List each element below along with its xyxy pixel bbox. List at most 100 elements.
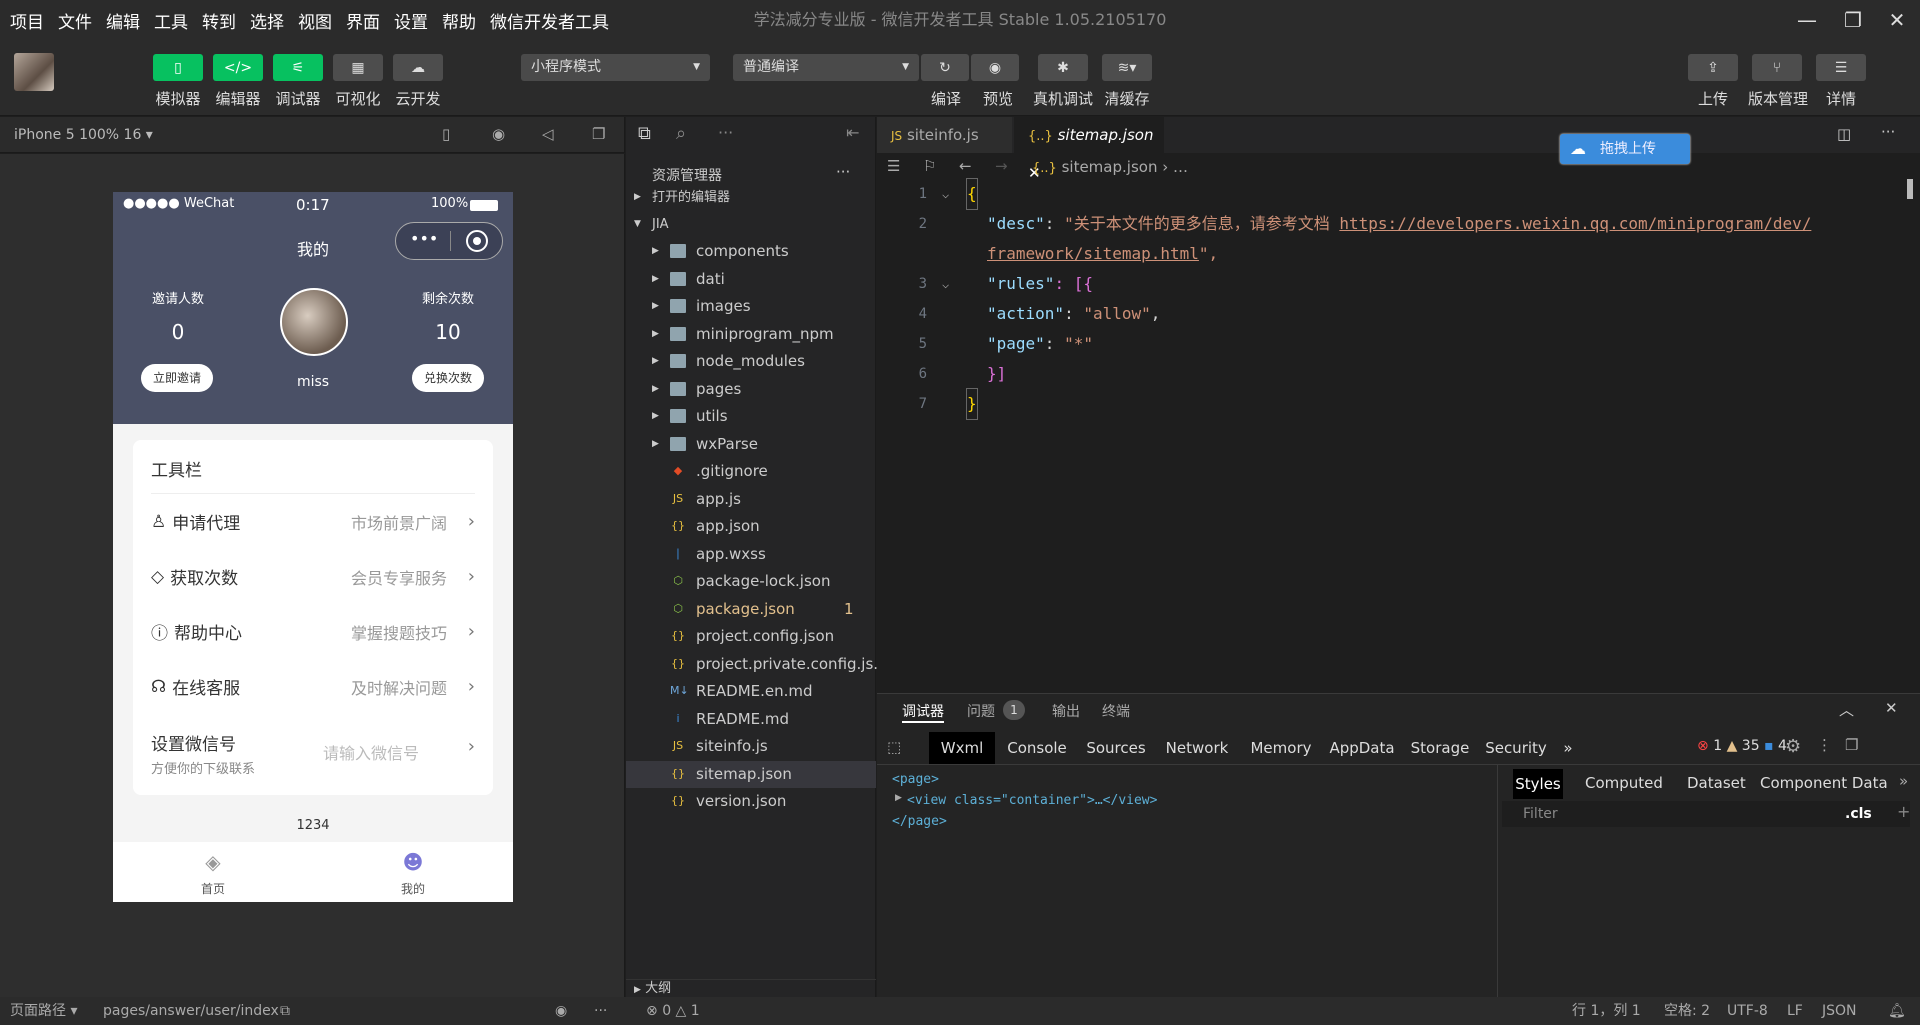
file-item[interactable]: i README.md: [626, 706, 876, 733]
more-icon[interactable]: ···: [594, 997, 607, 1025]
folder-item[interactable]: ▶ miniprogram_npm: [626, 321, 876, 348]
debugger-icon[interactable]: ⚟: [273, 54, 323, 81]
tab-component-data[interactable]: Component Data: [1760, 774, 1888, 792]
tab-memory[interactable]: Memory: [1241, 732, 1321, 764]
simulator-button[interactable]: 模拟器: [146, 88, 210, 109]
code-line[interactable]: framework/sitemap.html",: [877, 239, 1920, 269]
breadcrumb[interactable]: {..} sitemap.json › …: [1032, 158, 1188, 176]
exchange-button[interactable]: 兑换次数: [412, 364, 484, 392]
more-icon[interactable]: ···: [836, 163, 850, 181]
tab-wxml[interactable]: Wxml: [929, 732, 995, 764]
scrollbar[interactable]: [1907, 179, 1913, 199]
forward-icon[interactable]: →: [995, 157, 1008, 175]
invite-button[interactable]: 立即邀请: [141, 364, 213, 392]
file-item[interactable]: {} project.private.config.js...: [626, 651, 888, 678]
tab-mine[interactable]: 我的: [373, 880, 453, 897]
tab-appdata[interactable]: AppData: [1323, 732, 1401, 764]
code-line[interactable]: 4 "action": "allow",: [877, 299, 1920, 329]
phone-icon[interactable]: ▯: [442, 125, 450, 143]
tab-debugger[interactable]: 调试器: [902, 701, 944, 723]
bug-icon[interactable]: ✱: [1038, 54, 1088, 81]
list-item[interactable]: ♙ 申请代理 市场前景广阔 ›: [151, 494, 475, 549]
folder-item[interactable]: ▶ pages: [626, 376, 876, 403]
inspect-icon[interactable]: ⬚: [887, 738, 901, 756]
line-ending[interactable]: LF: [1787, 997, 1803, 1025]
menu-view[interactable]: 视图: [298, 8, 332, 33]
bookmark-icon[interactable]: ⚐: [923, 157, 936, 175]
menu-interface[interactable]: 界面: [346, 8, 380, 33]
layers-icon[interactable]: ≋▾: [1102, 54, 1152, 81]
close-icon[interactable]: ✕: [1885, 699, 1898, 717]
list-icon[interactable]: ☰: [887, 157, 900, 175]
menu-icon[interactable]: ☰: [1816, 54, 1866, 81]
collapse-icon[interactable]: ⇤: [846, 123, 859, 142]
file-item[interactable]: ◆ .gitignore: [626, 458, 876, 485]
fold-icon[interactable]: ⌵: [942, 179, 949, 209]
tab-home[interactable]: 首页: [173, 880, 253, 897]
close-circle-icon[interactable]: [466, 230, 488, 252]
file-item[interactable]: {} app.json: [626, 513, 876, 540]
tab-storage[interactable]: Storage: [1403, 732, 1477, 764]
encoding[interactable]: UTF-8: [1727, 997, 1768, 1025]
plus-icon[interactable]: +: [1897, 802, 1910, 821]
clear-cache-button[interactable]: 清缓存: [1095, 88, 1159, 109]
minimize-icon[interactable]: —: [1784, 0, 1830, 40]
editor-icon[interactable]: </>: [213, 54, 263, 81]
branch-icon[interactable]: ⑂: [1752, 54, 1802, 81]
tab-computed[interactable]: Computed: [1585, 774, 1663, 792]
tab-dataset[interactable]: Dataset: [1687, 774, 1746, 792]
cursor-position[interactable]: 行 1，列 1: [1572, 997, 1641, 1025]
gear-icon[interactable]: ⚙: [1785, 736, 1801, 757]
upload-icon[interactable]: ⇪: [1688, 54, 1738, 81]
eye-icon[interactable]: ◉: [555, 997, 567, 1025]
preview-button[interactable]: 预览: [966, 88, 1030, 109]
cls-toggle[interactable]: .cls: [1845, 806, 1872, 822]
menu-edit[interactable]: 编辑: [106, 8, 140, 33]
capsule-menu[interactable]: •••: [395, 222, 503, 260]
refresh-icon[interactable]: ↻: [921, 54, 969, 81]
chevron-up-icon[interactable]: ︿: [1839, 699, 1854, 720]
file-item[interactable]: ❘ app.wxss: [626, 541, 876, 568]
fold-icon[interactable]: ⌵: [942, 269, 949, 299]
simulator-icon[interactable]: ▯: [153, 54, 203, 81]
tab-sitemap[interactable]: {..} sitemap.json ✕: [1014, 117, 1164, 182]
file-item[interactable]: JS siteinfo.js: [626, 733, 876, 760]
file-item[interactable]: {} project.config.json: [626, 623, 876, 650]
visual-button[interactable]: 可视化: [326, 88, 390, 109]
page-path-select[interactable]: 页面路径 ▾: [10, 997, 77, 1025]
copy-icon[interactable]: ⧉: [280, 997, 290, 1025]
tab-problems[interactable]: 问题: [967, 701, 995, 721]
code-line[interactable]: 7}: [877, 388, 1920, 420]
more-tabs-icon[interactable]: »: [1899, 772, 1908, 790]
visual-icon[interactable]: ▦: [333, 54, 383, 81]
tab-security[interactable]: Security: [1479, 732, 1553, 764]
list-item[interactable]: ◇ 获取次数 会员专享服务 ›: [151, 549, 475, 604]
language-mode[interactable]: JSON: [1822, 997, 1857, 1025]
editor-button[interactable]: 编辑器: [206, 88, 270, 109]
home-icon[interactable]: ◈: [193, 850, 233, 874]
file-item[interactable]: {} sitemap.json: [626, 760, 876, 788]
code-line[interactable]: 3 ⌵ "rules": [{: [877, 269, 1920, 299]
file-item[interactable]: ⬡ package-lock.json: [626, 568, 876, 595]
list-item[interactable]: ⓘ 帮助中心 掌握搜题技巧 ›: [151, 604, 475, 659]
folder-item[interactable]: ▶ node_modules: [626, 348, 876, 375]
tab-terminal[interactable]: 终端: [1102, 701, 1130, 721]
menu-select[interactable]: 选择: [250, 8, 284, 33]
more-icon[interactable]: ···: [1881, 123, 1895, 141]
menu-project[interactable]: 项目: [10, 8, 44, 33]
close-icon[interactable]: ✕: [1874, 0, 1920, 40]
menu-goto[interactable]: 转到: [202, 8, 236, 33]
outline-section[interactable]: ▶ 大纲: [626, 979, 876, 997]
more-icon[interactable]: ···: [718, 123, 733, 142]
list-item[interactable]: ☊ 在线客服 及时解决问题 ›: [151, 659, 475, 714]
more-tabs-icon[interactable]: »: [1553, 732, 1583, 764]
problems-summary[interactable]: ⊗ 0 △ 1: [646, 997, 700, 1025]
folder-item[interactable]: ▶ images: [626, 293, 876, 320]
dock-icon[interactable]: ❐: [1845, 736, 1858, 754]
split-editor-icon[interactable]: ◫: [1837, 125, 1851, 143]
cloud-button[interactable]: 云开发: [386, 88, 450, 109]
file-item[interactable]: JS app.js: [626, 486, 876, 513]
device-select[interactable]: iPhone 5 100% 16 ▾: [14, 117, 153, 153]
file-item[interactable]: ⬡ package.json 1: [626, 596, 876, 623]
folder-item[interactable]: ▶ wxParse: [626, 431, 876, 458]
